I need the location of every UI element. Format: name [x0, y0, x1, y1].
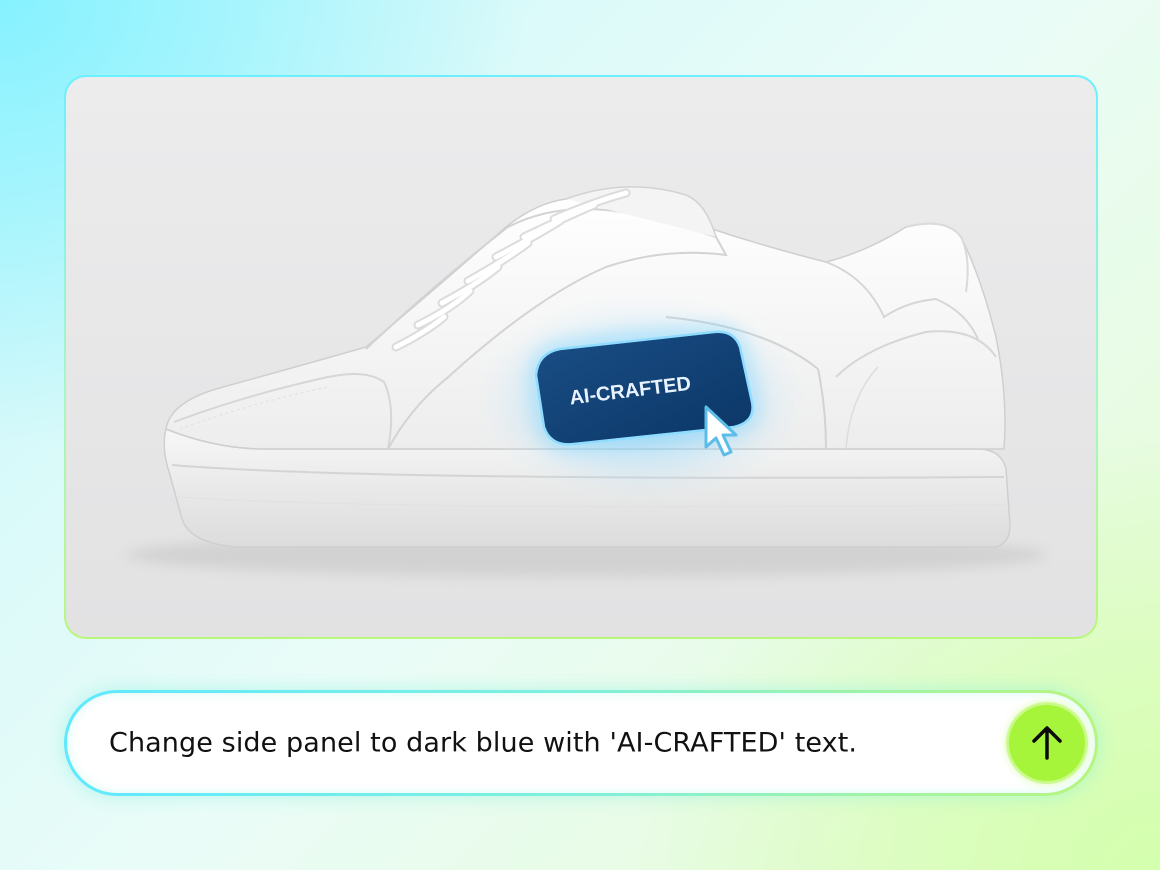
- send-button[interactable]: [1009, 705, 1085, 781]
- prompt-input[interactable]: Change side panel to dark blue with 'AI-…: [109, 728, 857, 759]
- prompt-bar: Change side panel to dark blue with 'AI-…: [64, 690, 1098, 796]
- arrow-up-icon: [1032, 726, 1062, 760]
- prompt-container: Change side panel to dark blue with 'AI-…: [67, 693, 1095, 793]
- sneaker-image: AI-CRAFTED: [126, 186, 1046, 577]
- image-preview-card: AI-CRAFTED: [64, 75, 1098, 639]
- image-preview: AI-CRAFTED: [66, 77, 1096, 637]
